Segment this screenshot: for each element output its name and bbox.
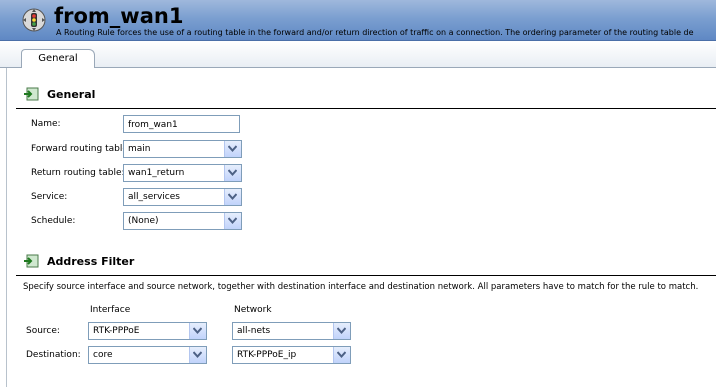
page-header: from_wan1 A Routing Rule forces the use … [0,0,716,41]
return-routing-table-label: Return routing table: [31,168,125,178]
destination-network-value: RTK-PPPoE_ip [237,350,297,360]
return-routing-table-select[interactable]: wan1_return [123,164,242,182]
schedule-select[interactable]: (None) [123,212,242,230]
forward-routing-table-label: Forward routing table: [31,144,131,154]
schedule-value: (None) [128,216,159,226]
destination-interface-select[interactable]: core [88,346,207,364]
return-routing-table-value: wan1_return [128,168,185,178]
page-title: from_wan1 [54,4,184,28]
address-filter-section-header: Address Filter [23,254,713,272]
general-divider [16,108,716,109]
section-arrow-icon [23,254,39,268]
forward-routing-table-value: main [128,144,151,154]
destination-network-select[interactable]: RTK-PPPoE_ip [232,346,351,364]
source-interface-value: RTK-PPPoE [93,326,140,336]
tab-general[interactable]: General [21,49,95,69]
interface-column-header: Interface [90,305,131,315]
name-input[interactable]: from_wan1 [123,115,240,133]
address-filter-description: Specify source interface and source netw… [23,282,699,292]
address-filter-section-title: Address Filter [47,255,135,268]
source-network-select[interactable]: all-nets [232,322,351,340]
tab-bar: General [0,41,716,69]
traffic-light-gear-icon [22,8,46,32]
service-value: all_services [128,192,180,202]
destination-interface-value: core [93,350,113,360]
chevron-down-icon[interactable] [224,165,241,181]
general-section-header: General [23,87,713,105]
chevron-down-icon[interactable] [224,213,241,229]
address-filter-divider [16,275,716,276]
source-label: Source: [26,326,60,336]
chevron-down-icon[interactable] [333,347,350,363]
chevron-down-icon[interactable] [189,323,206,339]
service-label: Service: [31,192,68,202]
name-label: Name: [31,119,61,129]
chevron-down-icon[interactable] [333,323,350,339]
forward-routing-table-select[interactable]: main [123,140,242,158]
destination-label: Destination: [26,350,81,360]
chevron-down-icon[interactable] [189,347,206,363]
section-arrow-icon [23,87,39,101]
page-description: A Routing Rule forces the use of a routi… [56,28,694,37]
chevron-down-icon[interactable] [224,189,241,205]
network-column-header: Network [234,305,272,315]
service-select[interactable]: all_services [123,188,242,206]
source-network-value: all-nets [237,326,271,336]
general-section-title: General [47,88,96,101]
source-interface-select[interactable]: RTK-PPPoE [88,322,207,340]
chevron-down-icon[interactable] [224,141,241,157]
schedule-label: Schedule: [31,216,76,226]
